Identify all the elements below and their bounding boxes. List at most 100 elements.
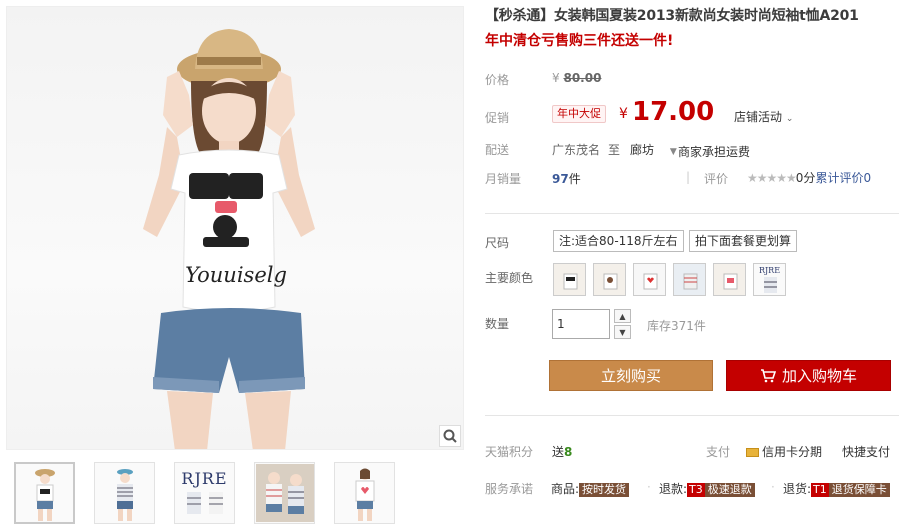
destination-label: 廊坊 xyxy=(630,143,655,157)
color-swatch-2[interactable] xyxy=(593,263,626,296)
service-goods-label: 商品: xyxy=(551,482,580,496)
sales-divider: | xyxy=(686,170,691,184)
credit-installment-label: 信用卡分期 xyxy=(762,445,823,459)
service-goods-badge[interactable]: 按时发货 xyxy=(579,483,630,497)
chevron-down-icon: ▼ xyxy=(619,327,626,337)
chevron-down-icon: ⌄ xyxy=(785,114,794,124)
rating-value: 0分 xyxy=(795,171,816,185)
quick-pay[interactable]: 快捷支付 xyxy=(842,443,890,460)
promo-price: 17.00 xyxy=(632,97,715,127)
size-option-1[interactable]: 注:适合80-118斤左右 xyxy=(553,230,684,252)
size-label: 尺码 xyxy=(485,236,510,250)
service-return: 退货: T1 退货保障卡 xyxy=(783,480,890,497)
swatch-1-image xyxy=(554,264,585,295)
cart-icon xyxy=(760,368,776,382)
service-sep-1: · xyxy=(647,480,651,494)
model-illustration xyxy=(143,29,315,449)
price-label: 价格 xyxy=(485,73,510,87)
sales-count-wrap: 97件 xyxy=(552,170,581,187)
product-title: 【秒杀通】女装韩国夏装2013新款尚女装时尚短袖t恤A201 xyxy=(485,8,859,24)
thumbnail-3-image xyxy=(186,491,223,514)
thumbnail-strip: RJRE xyxy=(14,462,395,524)
rating-label: 评价 xyxy=(704,172,729,186)
promo-tag: 年中大促 xyxy=(552,105,606,123)
caret-down-icon: ▼ xyxy=(669,147,677,157)
rating-stars: ★★★★★0分累计评价0 xyxy=(747,169,871,186)
payment-label: 支付 xyxy=(706,445,731,459)
thumbnail-5[interactable] xyxy=(334,462,395,524)
service-return-badge[interactable]: 退货保障卡 xyxy=(828,483,890,497)
thumbnail-4[interactable] xyxy=(254,462,315,524)
credit-card-icon xyxy=(746,448,759,457)
ship-to-word: 至 xyxy=(608,143,621,157)
divider-2 xyxy=(485,415,899,416)
service-refund-code: T3 xyxy=(687,483,705,497)
color-swatch-3[interactable] xyxy=(633,263,666,296)
store-activity-label: 店铺活动 xyxy=(734,110,783,124)
original-price-currency: ¥ xyxy=(552,71,560,85)
service-refund: 退款: T3 极速退款 xyxy=(659,480,755,497)
swatch-3-image xyxy=(634,264,665,295)
color-swatch-1[interactable] xyxy=(553,263,586,296)
buy-now-button[interactable]: 立刻购买 xyxy=(549,360,713,391)
service-return-code: T1 xyxy=(811,483,829,497)
service-return-label: 退货: xyxy=(783,482,812,496)
promo-label: 促销 xyxy=(485,111,510,125)
service-refund-label: 退款: xyxy=(659,482,688,496)
sales-count: 97 xyxy=(552,172,569,186)
add-to-cart-button[interactable]: 加入购物车 xyxy=(726,360,891,391)
color-swatch-4[interactable] xyxy=(673,263,706,296)
thumbnail-1[interactable] xyxy=(14,462,75,524)
star-icons: ★★★★★ xyxy=(747,171,797,185)
thumbnail-2[interactable] xyxy=(94,462,155,524)
divider-1 xyxy=(485,213,899,214)
review-count: 0 xyxy=(863,171,872,185)
thumbnail-3[interactable]: RJRE xyxy=(174,462,235,524)
swatch-5-image xyxy=(714,264,745,295)
shirt-print-text: Youuiselg xyxy=(185,263,287,287)
thumbnail-4-image xyxy=(255,464,314,522)
points-value: 8 xyxy=(564,445,573,459)
color-label: 主要颜色 xyxy=(485,271,534,285)
destination-select[interactable]: 廊坊 ▼ xyxy=(630,141,677,158)
thumbnail-3-logo: RJRE xyxy=(181,468,228,488)
color-swatch-5[interactable] xyxy=(713,263,746,296)
thumbnail-5-image xyxy=(355,468,374,521)
service-refund-badge[interactable]: 极速退款 xyxy=(704,483,755,497)
zoom-button[interactable] xyxy=(439,425,461,447)
color-swatch-6[interactable]: RJRE xyxy=(753,263,786,296)
points-label: 天猫积分 xyxy=(485,445,534,459)
points-value-wrap: 送8 xyxy=(552,443,572,460)
points-send: 送 xyxy=(552,445,565,459)
swatch-6-logo: RJRE xyxy=(758,266,781,275)
product-subtitle: 年中清仓亏售购三件还送一件! xyxy=(485,33,674,49)
service-goods: 商品: 按时发货 xyxy=(551,480,630,497)
original-price-value: 80.00 xyxy=(563,71,602,85)
main-product-image[interactable]: Youuiselg xyxy=(6,6,464,450)
quantity-increase-button[interactable]: ▲ xyxy=(614,309,631,323)
buy-now-label: 立刻购买 xyxy=(600,367,661,385)
quantity-input[interactable] xyxy=(552,309,610,339)
thumbnail-1-image xyxy=(34,469,55,521)
review-text: 累计评价 xyxy=(815,171,864,185)
quantity-decrease-button[interactable]: ▼ xyxy=(614,325,631,339)
chevron-up-icon: ▲ xyxy=(619,311,626,321)
credit-installment[interactable]: 信用卡分期 xyxy=(746,443,822,460)
size-option-2[interactable]: 拍下面套餐更划算 xyxy=(689,230,798,252)
review-link[interactable]: 累计评价0 xyxy=(815,171,871,185)
ship-from: 广东茂名 xyxy=(552,143,601,157)
quantity-label: 数量 xyxy=(485,317,510,331)
promo-currency: ¥ xyxy=(619,106,628,122)
swatch-2-image xyxy=(594,264,625,295)
stock-text: 库存371件 xyxy=(647,319,706,333)
swatch-4-image xyxy=(674,264,705,295)
sales-unit: 件 xyxy=(568,172,581,186)
magnifier-icon xyxy=(443,429,457,443)
service-sep-2: · xyxy=(771,480,775,494)
store-activity-dropdown[interactable]: 店铺活动 ⌄ xyxy=(734,108,793,125)
original-price: ¥ 80.00 xyxy=(552,71,601,85)
shipping-fee: 商家承担运费 xyxy=(678,145,751,159)
swatch-6-image xyxy=(764,277,777,293)
sales-label: 月销量 xyxy=(485,172,522,186)
shipping-label: 配送 xyxy=(485,143,510,157)
